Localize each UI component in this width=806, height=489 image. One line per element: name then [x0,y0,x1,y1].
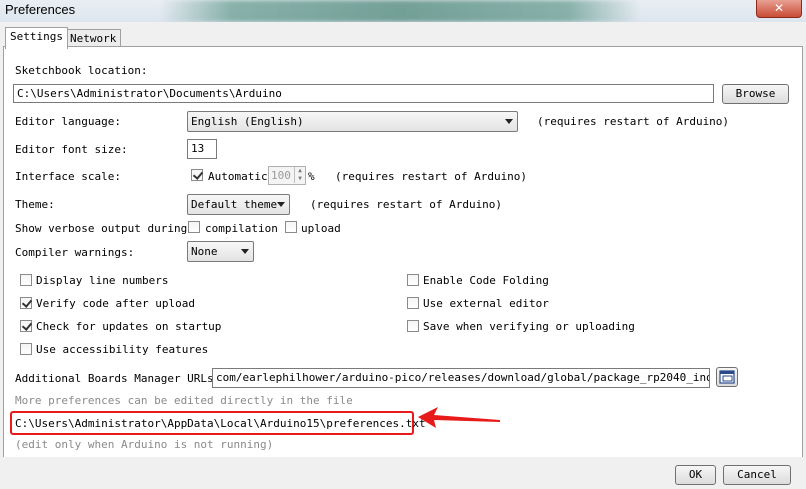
editor-font-size-label: Editor font size: [15,143,128,156]
ok-button[interactable]: OK [675,465,716,485]
browse-button[interactable]: Browse [722,84,789,104]
theme-note: (requires restart of Arduino) [310,198,503,211]
accessibility-label: Use accessibility features [36,343,209,356]
edit-only-note: (edit only when Arduino is not running) [15,438,274,451]
compiler-warnings-label: Compiler warnings: [15,246,135,259]
automatic-scale-label: Automatic [208,170,268,183]
theme-select[interactable]: Default theme [187,194,290,215]
more-preferences-note: More preferences can be edited directly … [15,394,353,407]
editor-language-label: Editor language: [15,115,121,128]
verbose-upload-label: upload [301,222,341,235]
chevron-down-icon [505,119,513,124]
preferences-window: Settings Network Sketchbook location: C:… [0,22,806,489]
annotation-arrow-icon [418,407,500,428]
spinner-down-icon[interactable]: ▼ [294,175,305,183]
external-editor-label: Use external editor [423,297,549,310]
save-when-verifying-label: Save when verifying or uploading [423,320,635,333]
accessibility-checkbox[interactable] [20,343,32,355]
sketchbook-location-input[interactable]: C:\Users\Administrator\Documents\Arduino [13,84,714,103]
cancel-button[interactable]: Cancel [723,465,791,485]
interface-scale-note: (requires restart of Arduino) [335,170,528,183]
preferences-file-path[interactable]: C:\Users\Administrator\AppData\Local\Ard… [15,417,426,430]
boards-urls-input[interactable]: com/earlephilhower/arduino-pico/releases… [212,368,710,388]
compiler-warnings-value: None [191,245,218,258]
interface-scale-spinner[interactable]: 100 ▲ ▼ [268,166,306,185]
verbose-compilation-label: compilation [205,222,278,235]
boards-urls-label: Additional Boards Manager URLs: [15,372,221,385]
open-urls-editor-button[interactable] [716,367,738,387]
editor-language-select[interactable]: English (English) [187,111,518,132]
editor-language-note: (requires restart of Arduino) [537,115,730,128]
window-title: Preferences [5,2,76,17]
theme-value: Default theme [191,198,278,211]
save-when-verifying-checkbox[interactable] [407,320,419,332]
title-bar: Preferences ✕ [0,0,806,22]
sketchbook-location-label: Sketchbook location: [15,64,148,77]
tab-network-label: Network [70,32,117,45]
interface-scale-label: Interface scale: [15,170,121,183]
close-button[interactable]: ✕ [756,0,802,18]
automatic-scale-checkbox[interactable] [191,169,203,181]
display-line-numbers-checkbox[interactable] [20,274,32,286]
check-updates-label: Check for updates on startup [36,320,222,333]
theme-label: Theme: [15,198,55,211]
verify-after-upload-checkbox[interactable] [20,297,32,309]
display-line-numbers-label: Display line numbers [36,274,169,287]
code-folding-label: Enable Code Folding [423,274,549,287]
verbose-compilation-checkbox[interactable] [188,221,200,233]
background-window-blur [160,0,640,22]
interface-scale-unit: % [308,170,315,183]
check-updates-checkbox[interactable] [20,320,32,332]
compiler-warnings-select[interactable]: None [187,241,254,262]
interface-scale-value: 100 [271,169,291,182]
editor-language-value: English (English) [191,115,304,128]
editor-font-size-input[interactable]: 13 [187,139,217,159]
spinner-up-icon[interactable]: ▲ [294,167,305,175]
verbose-upload-checkbox[interactable] [285,221,297,233]
verbose-output-label: Show verbose output during: [15,222,194,235]
close-icon: ✕ [773,1,785,15]
chevron-down-icon [277,202,285,207]
window-list-icon [719,370,735,384]
chevron-down-icon [241,249,249,254]
code-folding-checkbox[interactable] [407,274,419,286]
verify-after-upload-label: Verify code after upload [36,297,195,310]
tab-settings[interactable]: Settings [5,27,68,49]
external-editor-checkbox[interactable] [407,297,419,309]
tab-settings-label: Settings [10,30,63,43]
